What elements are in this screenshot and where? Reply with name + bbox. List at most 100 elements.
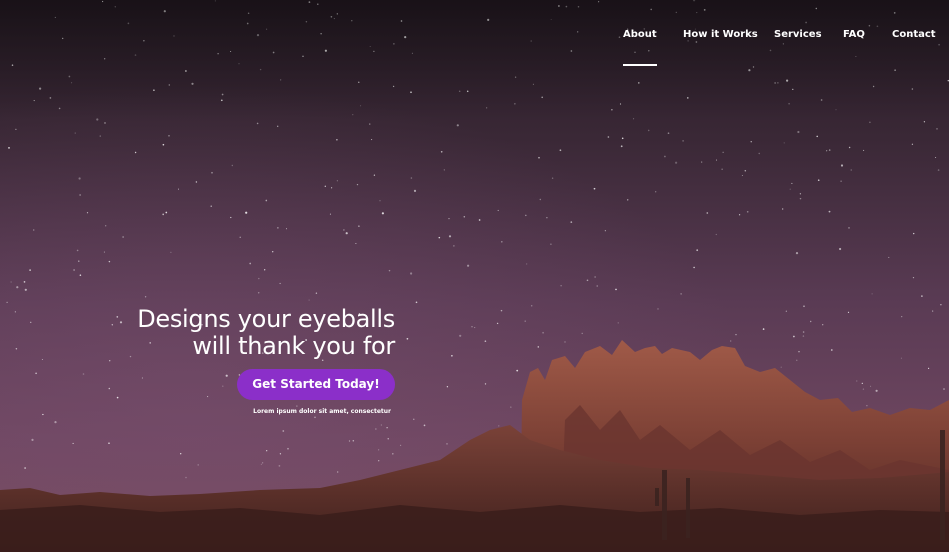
nav-item-services[interactable]: Services xyxy=(774,29,822,40)
star xyxy=(314,416,316,419)
star xyxy=(570,221,573,223)
star xyxy=(260,463,262,465)
star xyxy=(78,177,81,180)
star xyxy=(315,292,318,294)
star xyxy=(177,188,180,190)
hero-headline-line2: will thank you for xyxy=(192,332,395,360)
star xyxy=(41,358,43,361)
star xyxy=(799,197,802,200)
star xyxy=(356,183,359,186)
star xyxy=(516,369,519,372)
star xyxy=(387,438,389,440)
star xyxy=(406,337,409,340)
star xyxy=(352,439,355,442)
star xyxy=(828,210,831,213)
star xyxy=(928,367,930,369)
star xyxy=(537,346,540,348)
star xyxy=(735,334,737,336)
star xyxy=(840,164,844,167)
star xyxy=(79,194,81,196)
star xyxy=(371,139,373,141)
star xyxy=(448,218,450,220)
star xyxy=(538,156,540,159)
star xyxy=(76,249,79,252)
star xyxy=(82,373,85,375)
star xyxy=(375,428,377,430)
star xyxy=(471,326,473,328)
star xyxy=(24,288,27,291)
star xyxy=(706,212,709,214)
star xyxy=(647,129,650,132)
star xyxy=(15,348,18,350)
star xyxy=(23,281,26,283)
star xyxy=(116,396,119,399)
star xyxy=(496,322,499,325)
star xyxy=(440,150,443,153)
star xyxy=(33,229,35,231)
star xyxy=(802,335,805,337)
star xyxy=(803,305,805,308)
star xyxy=(715,233,717,236)
star xyxy=(185,476,187,479)
nav-item-contact[interactable]: Contact xyxy=(892,29,936,40)
star xyxy=(722,151,724,153)
star xyxy=(369,123,371,125)
star xyxy=(108,387,111,390)
star xyxy=(15,128,17,131)
star xyxy=(211,171,213,174)
star xyxy=(830,349,833,351)
star xyxy=(72,442,74,444)
star xyxy=(795,252,799,255)
star xyxy=(497,209,499,212)
star xyxy=(484,383,487,385)
star xyxy=(287,447,289,450)
star xyxy=(839,247,842,251)
star xyxy=(741,174,743,177)
star xyxy=(526,263,528,265)
star xyxy=(29,269,31,271)
star xyxy=(345,232,348,235)
hero-background-image xyxy=(0,0,949,552)
star xyxy=(888,256,890,258)
star xyxy=(693,266,695,269)
get-started-button[interactable]: Get Started Today! xyxy=(237,369,395,400)
star xyxy=(750,141,752,143)
star xyxy=(358,225,360,227)
star xyxy=(738,214,741,216)
star xyxy=(448,235,452,238)
star xyxy=(14,311,16,313)
star xyxy=(373,174,376,176)
star xyxy=(850,169,852,171)
star xyxy=(664,155,666,158)
star xyxy=(355,242,357,245)
star xyxy=(256,122,259,125)
star xyxy=(105,225,107,227)
star xyxy=(54,421,57,424)
star xyxy=(467,264,470,267)
star xyxy=(715,159,718,161)
nav-item-how-it-works[interactable]: How it Works xyxy=(683,29,758,40)
star xyxy=(935,156,937,159)
star xyxy=(498,425,500,427)
star xyxy=(180,453,182,455)
star xyxy=(111,324,114,326)
star xyxy=(459,334,462,337)
star xyxy=(828,149,831,151)
star xyxy=(210,205,212,207)
star xyxy=(381,212,384,215)
star xyxy=(564,341,566,343)
nav-item-faq[interactable]: FAQ xyxy=(843,29,865,40)
star xyxy=(940,304,942,306)
star xyxy=(701,161,703,163)
star xyxy=(399,444,402,447)
star xyxy=(380,424,382,426)
star xyxy=(923,121,926,123)
star xyxy=(782,208,784,210)
star xyxy=(510,406,512,408)
star xyxy=(285,228,288,230)
star xyxy=(797,130,800,134)
star xyxy=(231,164,233,167)
star xyxy=(337,471,339,473)
star xyxy=(410,177,413,179)
nav-item-about[interactable]: About xyxy=(623,29,657,66)
